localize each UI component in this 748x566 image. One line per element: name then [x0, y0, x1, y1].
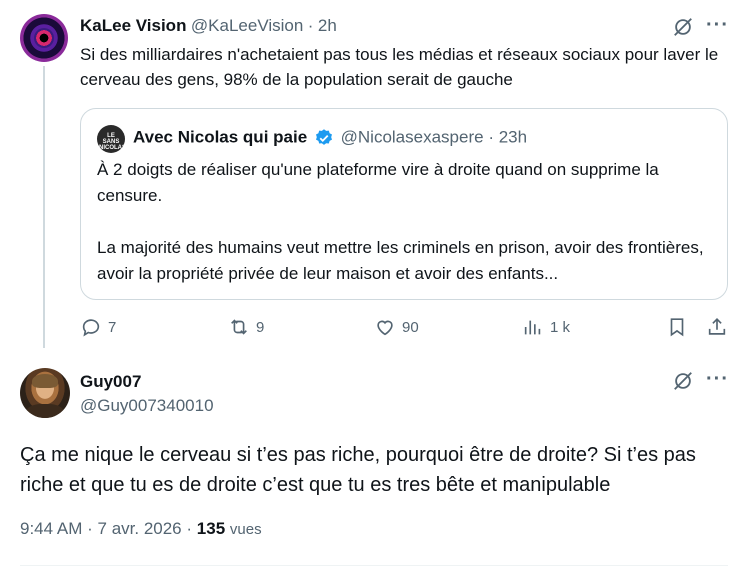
verified-badge-icon [315, 128, 332, 145]
quoted-tweet[interactable]: LE SANS NICOLAS Avec Nicolas qui paie @N… [80, 108, 728, 300]
avatar[interactable] [20, 14, 68, 62]
more-icon[interactable]: ··· [706, 368, 729, 391]
like-button[interactable]: 90 [374, 316, 419, 338]
quote-text: À 2 doigts de réaliser qu'une plateforme… [97, 157, 713, 287]
tweet-text: Si des milliardaires n'achetaient pas to… [80, 45, 719, 89]
reply-count: 7 [108, 318, 117, 336]
repost-icon [231, 319, 247, 335]
views-count: 135 [196, 519, 226, 538]
tweet-header: KaLee Vision @KaLeeVision · 2h [80, 16, 337, 36]
views-button[interactable]: 1 k [522, 316, 570, 338]
quote-handle: @Nicolasexaspere [340, 127, 484, 147]
like-count: 90 [402, 318, 419, 336]
share-icon [708, 318, 726, 335]
grok-icon[interactable] [672, 16, 694, 43]
views-label: vues [229, 521, 262, 538]
author-name[interactable]: KaLee Vision [80, 16, 186, 35]
author-handle[interactable]: @KaLeeVision [191, 16, 303, 35]
bookmark-button[interactable] [666, 316, 688, 338]
tweet-time[interactable]: 9:44 AM [20, 519, 82, 538]
tweet-meta: 9:44 AM · 7 avr. 2026 · 135 vues [20, 519, 262, 539]
separator: · [488, 127, 494, 147]
avatar[interactable] [20, 368, 70, 418]
separator: · [186, 519, 193, 538]
quote-header: Avec Nicolas qui paie @Nicolasexaspere ·… [133, 127, 527, 148]
quote-paragraph: La majorité des humains veut mettre les … [97, 238, 704, 283]
author-name[interactable]: Guy007 [80, 372, 141, 392]
author-handle[interactable]: @Guy007340010 [80, 396, 214, 416]
bookmark-icon [670, 318, 684, 337]
views-icon [524, 320, 541, 335]
timestamp[interactable]: 2h [318, 16, 337, 35]
grok-icon[interactable] [672, 370, 694, 397]
reply-button[interactable]: 7 [80, 316, 116, 338]
reply-icon [82, 319, 100, 337]
thread-connector [43, 66, 45, 348]
quote-avatar[interactable]: LE SANS NICOLAS [97, 125, 125, 153]
tweet-text: Ça me nique le cerveau si t’es pas riche… [20, 444, 696, 496]
more-icon[interactable]: ··· [706, 14, 729, 37]
tweet-date[interactable]: 7 avr. 2026 [98, 519, 182, 538]
quote-paragraph: À 2 doigts de réaliser qu'une plateforme… [97, 160, 659, 205]
quote-timestamp: 23h [498, 127, 528, 147]
quote-author-name: Avec Nicolas qui paie [133, 127, 308, 147]
quote-avatar-text: LE SANS NICOLAS [99, 133, 125, 151]
views-count: 1 k [550, 318, 571, 336]
separator: · [307, 16, 314, 35]
share-button[interactable] [706, 316, 728, 338]
like-icon [377, 320, 393, 336]
separator: · [87, 519, 93, 538]
repost-button[interactable]: 9 [228, 316, 264, 338]
repost-count: 9 [256, 318, 265, 336]
